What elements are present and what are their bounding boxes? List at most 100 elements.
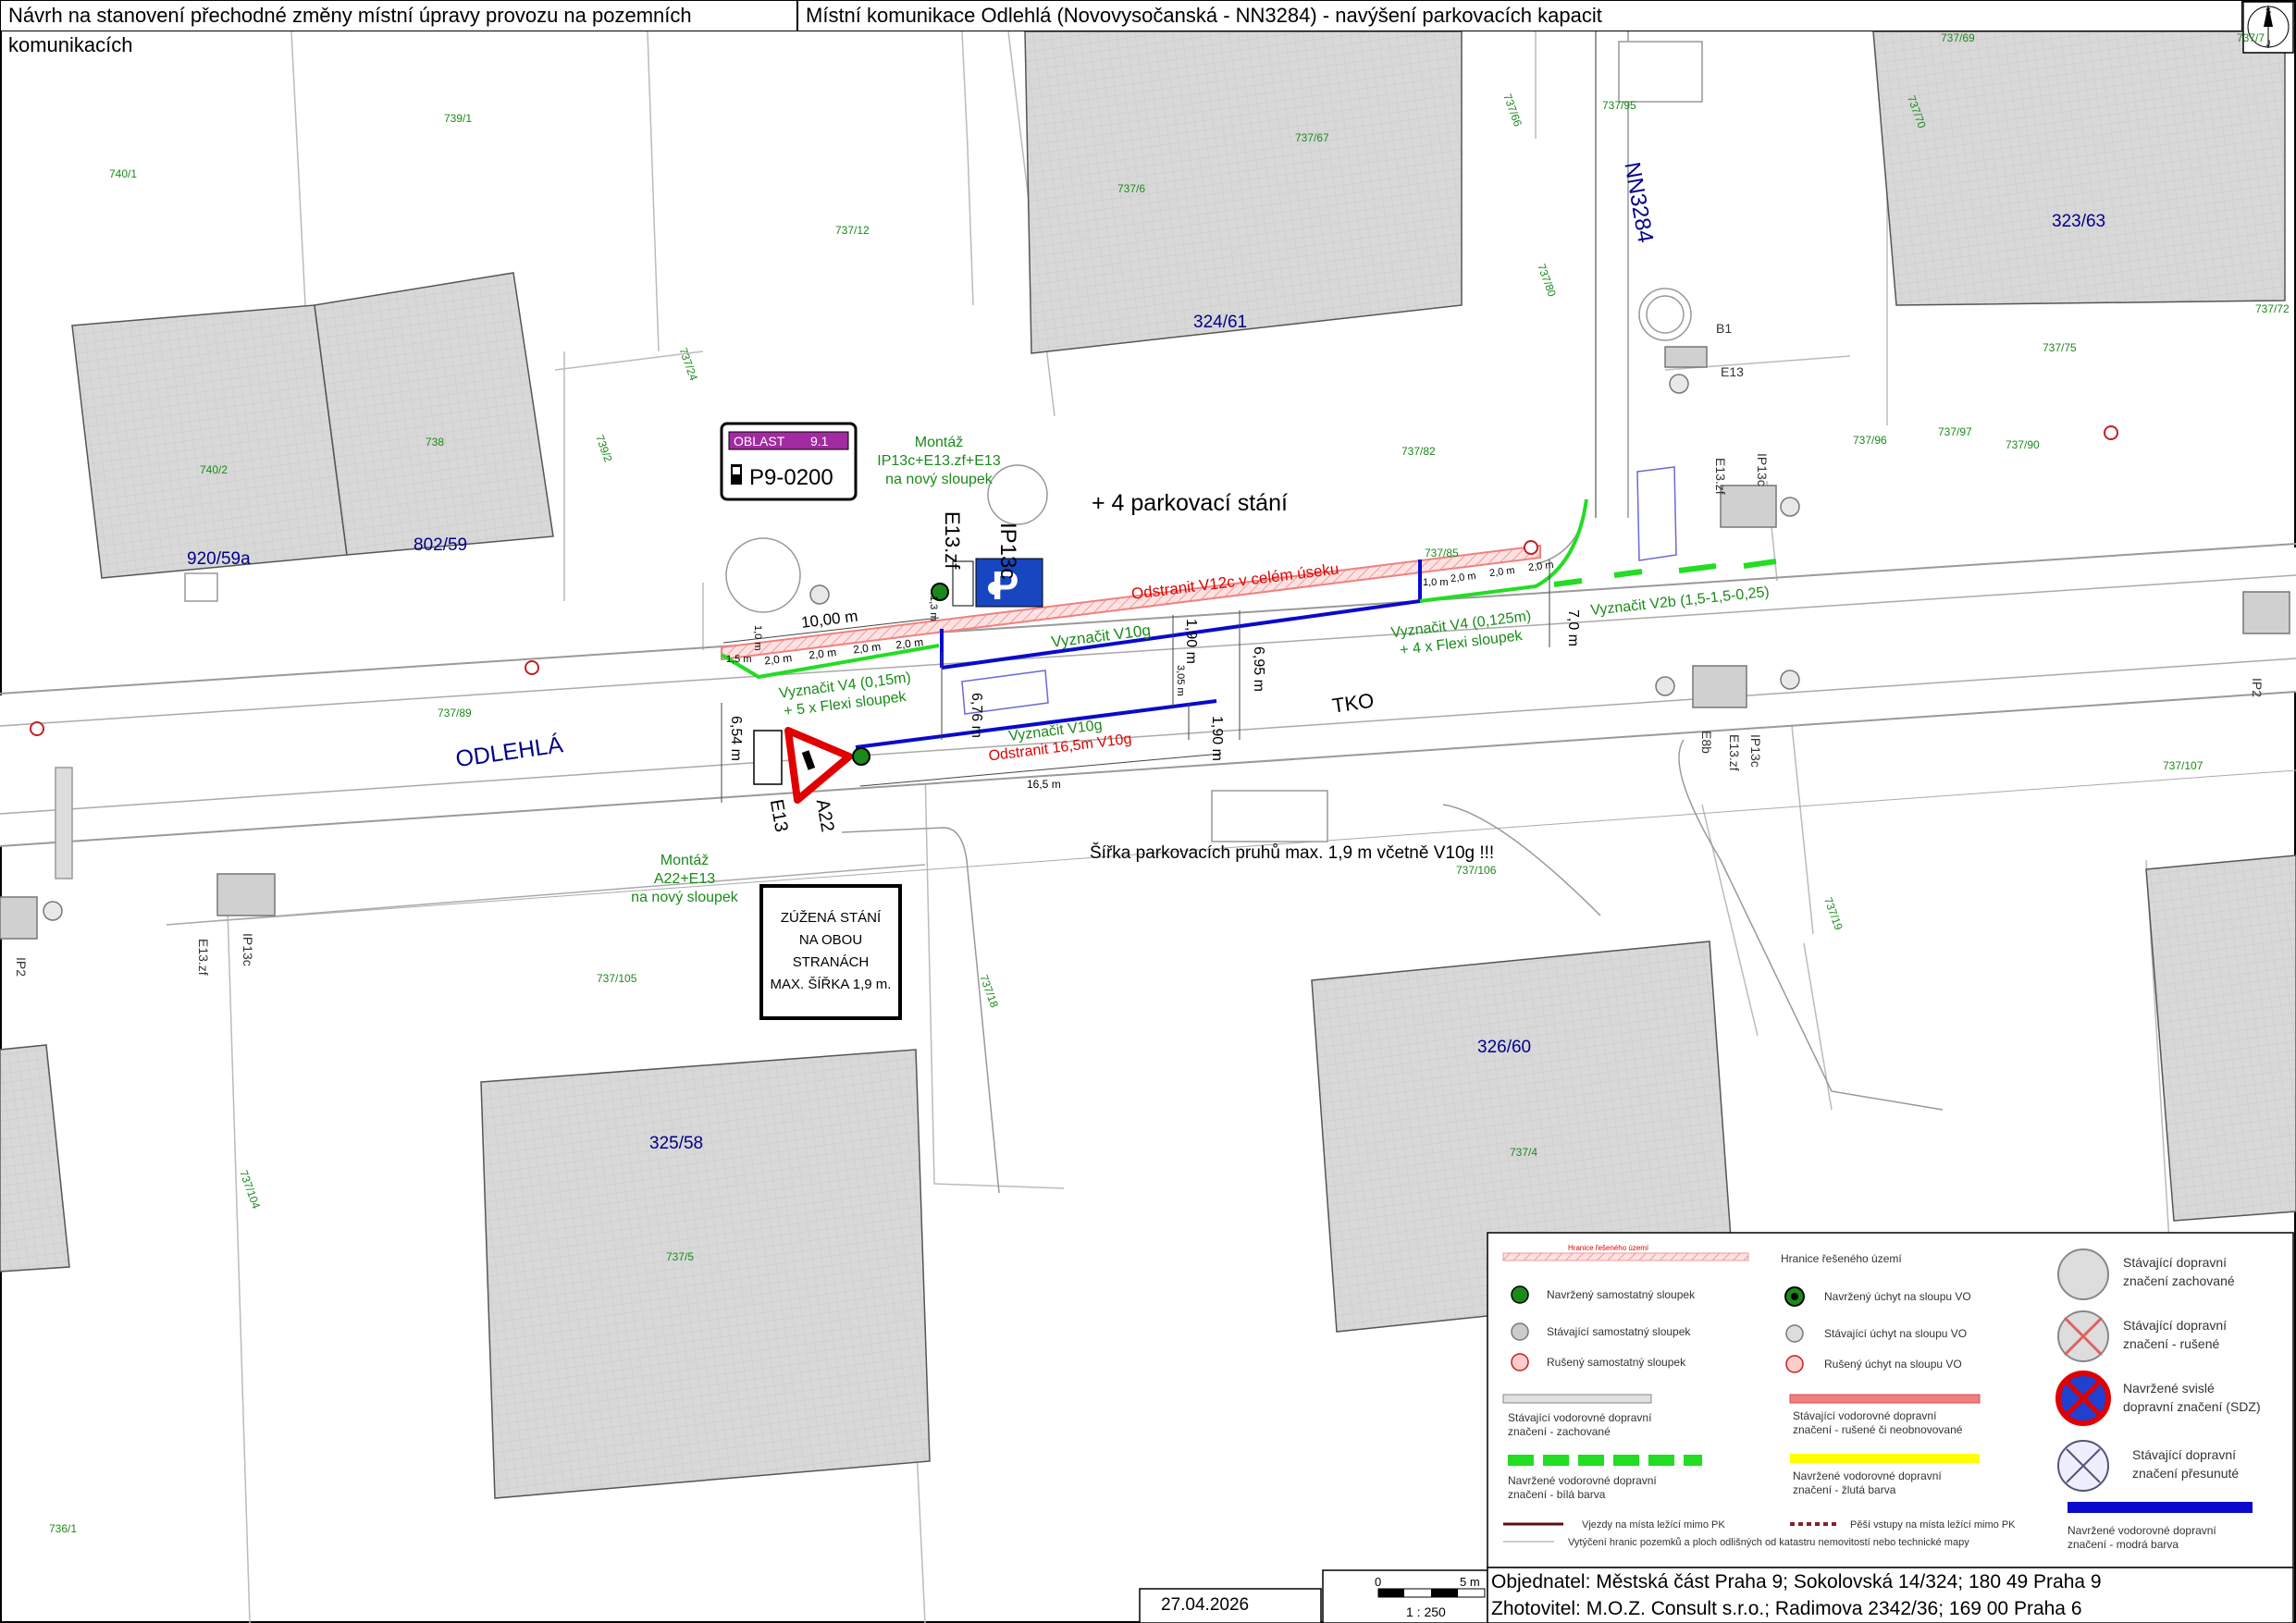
scale-5m: 5 m xyxy=(1460,1575,1480,1589)
ip13c-parking-sign: P IP13c E13.zf xyxy=(931,511,1043,609)
parcel-major-label: 323/63 xyxy=(2052,212,2105,231)
parcel-label: 737/80 xyxy=(1535,262,1559,299)
dim-label: 1,3 m xyxy=(928,596,939,621)
sign-ip13c-right-label: IP13c xyxy=(1755,453,1770,486)
dim-label: 7,0 m xyxy=(1565,609,1581,646)
parcel-major-label: 920/59a xyxy=(187,549,251,569)
parcel-label: 737/95 xyxy=(1602,99,1636,112)
legend-sdz-zachovane: Stávající dopravní xyxy=(2123,1255,2227,1270)
legend-vdz-modra: Navržené vodorovné dopravní xyxy=(2068,1524,2216,1537)
street-name-nn3284: NN3284 xyxy=(1619,160,1658,244)
dim-label: 2,0 m xyxy=(1450,571,1476,584)
sign-ip2-left-label: IP2 xyxy=(14,957,29,977)
compass-rose: S J xyxy=(2242,1,2294,54)
sign-ip13c-left-label: IP13c xyxy=(241,933,255,966)
dim-label: 6,76 m xyxy=(969,693,984,738)
sign-ip2-label: IP2 xyxy=(2250,678,2265,697)
parcel-label: 737/66 xyxy=(1500,92,1524,129)
parcel-label: 739/1 xyxy=(444,112,472,125)
legend-vdz-zachovane: Stávající vodorovné dopravní xyxy=(1508,1411,1652,1424)
montaz-bottom-line: na nový sloupek xyxy=(631,890,739,905)
narrow-sign-line: ZÚŽENÁ STÁNÍ xyxy=(781,910,882,926)
dim-label: 1,0 m xyxy=(1423,577,1449,588)
montaz-bottom-line: A22+E13 xyxy=(654,871,715,887)
parcel-label: 737/5 xyxy=(666,1250,694,1263)
legend-vdz-zachovane: značení - zachované xyxy=(1508,1425,1611,1438)
parcel-label: 737/104 xyxy=(237,1168,263,1211)
legend-sdz-rusene: Stávající dopravní xyxy=(2123,1318,2227,1333)
parcel-major-label: 324/61 xyxy=(1193,313,1247,332)
dim-label: 6,54 m xyxy=(728,716,744,761)
legend-hranice-small: Hranice řešeného území xyxy=(1568,1244,1649,1252)
legend-vdz-zluta: značení - žlutá barva xyxy=(1793,1483,1896,1496)
parcel-label: 737/106 xyxy=(1456,864,1497,877)
sirka-warning: Šířka parkovacích pruhů max. 1,9 m včetn… xyxy=(1090,842,1494,863)
dim-label: 1,0 m xyxy=(752,625,763,651)
legend-vytyceni: Vytýčení hranic pozemků a ploch odlišnýc… xyxy=(1568,1537,1969,1548)
header-title-left: Návrh na stanovení přechodné změny místn… xyxy=(0,0,797,56)
zone-code: P9-0200 xyxy=(749,465,833,490)
footer-date: 27.04.2026 xyxy=(1161,1595,1249,1615)
legend-vdz-rusene: Stávající vodorovné dopravní xyxy=(1793,1409,1937,1422)
parcel-label: 740/2 xyxy=(200,463,228,476)
legend-navrzene-svisle: dopravní značení (SDZ) xyxy=(2123,1399,2261,1414)
montaz-top-line: Montáž xyxy=(915,435,963,450)
parcel-label: 737/12 xyxy=(835,224,870,237)
dim-label: 2,0 m xyxy=(1527,559,1554,573)
parcel-major-label: 325/58 xyxy=(649,1134,703,1153)
legend-ruseny-uchyt: Rušený úchyt na sloupu VO xyxy=(1824,1358,1962,1371)
narrow-sign-line: MAX. ŠÍŘKA 1,9 m. xyxy=(771,977,892,992)
sign-a22-label: A22 xyxy=(812,798,838,834)
narrow-parking-sign: ZÚŽENÁ STÁNÍ NA OBOU STRANÁCH MAX. ŠÍŘKA… xyxy=(759,884,902,1020)
parcel-label: 738 xyxy=(426,436,444,449)
zone-sign-p9-0200: OBLAST 9.1 P9-0200 xyxy=(720,422,858,501)
parcel-label: 736/1 xyxy=(49,1522,77,1535)
dim-label: 1,5 m xyxy=(726,654,752,665)
parcel-label: 737/96 xyxy=(1853,434,1887,447)
sign-e13zf-right-label: E13.zf xyxy=(1713,458,1728,495)
scale-ratio: 1 : 250 xyxy=(1406,1605,1446,1619)
footer: 27.04.2026 0 5 m 1 : 250 Objednatel: Měs… xyxy=(1139,1567,2294,1623)
parcel-label: 737/105 xyxy=(597,972,637,985)
zone-oblast-num: 9.1 xyxy=(810,434,829,449)
montaz-top-line: IP13c+E13.zf+E13 xyxy=(877,453,1001,469)
parcel-label: 737/90 xyxy=(2006,438,2040,451)
legend-navrzeny-uchyt: Navržený úchyt na sloupu VO xyxy=(1824,1290,1971,1303)
legend-stavajici-uchyt: Stávající úchyt na sloupu VO xyxy=(1824,1327,1967,1340)
montaz-bottom-annotation: Montáž A22+E13 na nový sloupek xyxy=(631,853,739,905)
dim-label: 1,90 m xyxy=(1183,619,1199,664)
parcel-label: 737/72 xyxy=(2255,302,2290,315)
parcel-label: 737/107 xyxy=(2163,759,2203,772)
dim-label: 3,05 m xyxy=(1175,665,1186,696)
dim-label: 2,0 m xyxy=(1488,565,1515,579)
header-title-right: Místní komunikace Odlehlá (Novovysočansk… xyxy=(797,0,2242,31)
parcel-label: 737/82 xyxy=(1401,445,1436,458)
sign-e13-label: E13 xyxy=(766,798,792,834)
sign-e13zf-label: E13.zf xyxy=(941,511,964,570)
footer-zhotovitel: Zhotovitel: M.O.Z. Consult s.r.o.; Radim… xyxy=(1491,1598,2082,1619)
legend-vdz-rusene: značení - rušené či neobnovované xyxy=(1793,1423,1963,1436)
legend-vdz-bila: značení - bílá barva xyxy=(1508,1488,1606,1501)
scale-zero: 0 xyxy=(1375,1575,1381,1589)
dim-label: 6,95 m xyxy=(1251,646,1266,692)
legend: Hranice řešeného území Hranice řešeného … xyxy=(1487,1232,2294,1568)
parcel-label: 739/2 xyxy=(593,433,615,463)
legend-vdz-zluta: Navržené vodorovné dopravní xyxy=(1793,1469,1942,1482)
legend-stavajici-sloupek: Stávající samostatný sloupek xyxy=(1547,1325,1691,1338)
dim-label: 16,5 m xyxy=(1027,778,1061,791)
parcel-label: 737/89 xyxy=(438,707,472,719)
compass-letter-s: S xyxy=(2265,6,2271,16)
legend-navrzeny-sloupek: Navržený samostatný sloupek xyxy=(1547,1288,1696,1301)
sign-ip13c-right2-label: IP13c xyxy=(1748,734,1763,768)
parcel-label: 737/6 xyxy=(1117,182,1145,195)
legend-ruseny-sloupek: Rušený samostatný sloupek xyxy=(1547,1356,1686,1369)
legend-sdz-presunute: Stávající dopravní xyxy=(2132,1447,2236,1462)
montaz-bottom-line: Montáž xyxy=(660,853,709,868)
zone-oblast-label: OBLAST xyxy=(734,434,785,449)
sign-e13zf-left-label: E13.zf xyxy=(196,939,211,976)
compass-letter-j: J xyxy=(2266,39,2271,48)
parcel-label: 737/19 xyxy=(1821,895,1845,932)
parcel-label: 737/4 xyxy=(1510,1146,1537,1159)
parcel-label: 737/7 xyxy=(2237,31,2265,44)
legend-navrzene-svisle: Navržené svislé xyxy=(2123,1381,2215,1396)
